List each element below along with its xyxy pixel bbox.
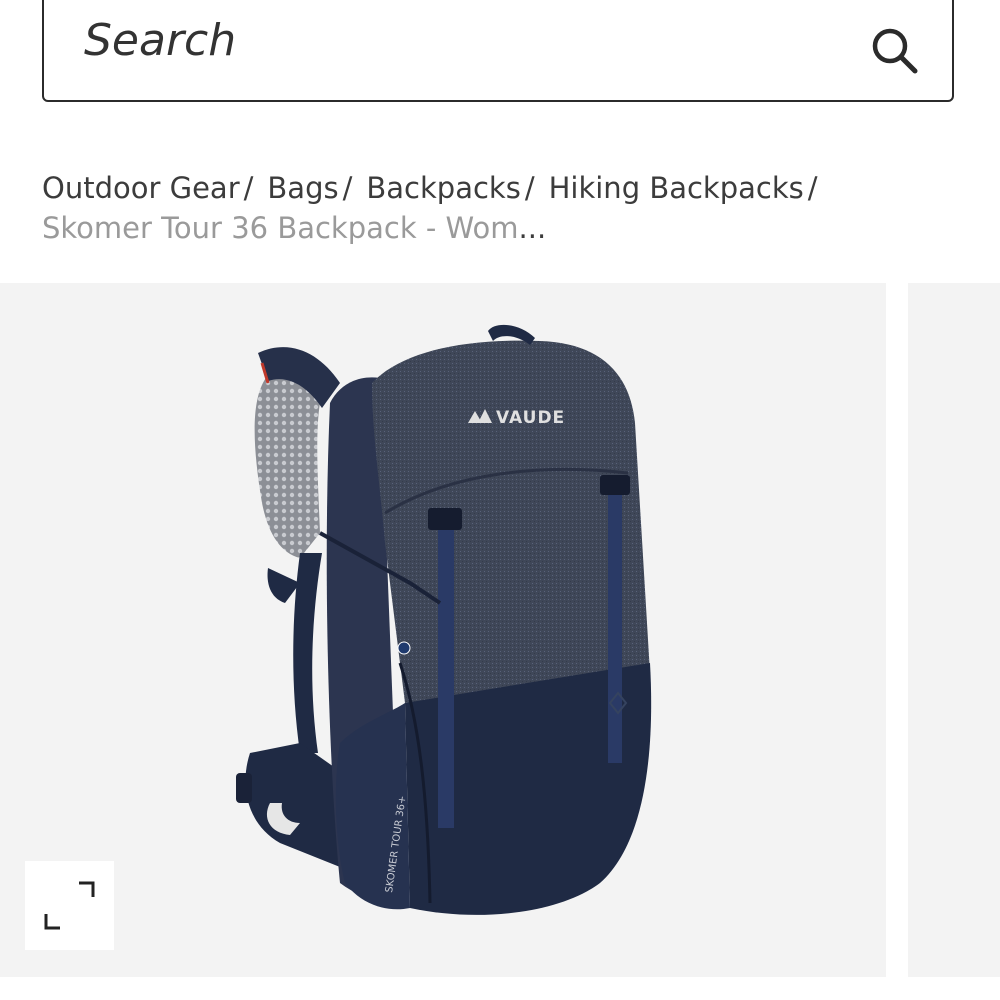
breadcrumb-ellipsis: ...	[518, 211, 547, 245]
breadcrumb-item-backpacks[interactable]: Backpacks	[366, 171, 520, 205]
product-gallery-main[interactable]: VAUDE SKOMER TOUR 36+	[0, 283, 886, 977]
expand-image-button[interactable]	[25, 861, 114, 950]
breadcrumb-current-product: Skomer Tour 36 Backpack - Wom	[42, 211, 519, 245]
search-bar	[42, 0, 954, 102]
search-input[interactable]	[84, 10, 844, 70]
breadcrumb-item-bags[interactable]: Bags	[267, 171, 338, 205]
product-image-backpack: VAUDE SKOMER TOUR 36+	[236, 324, 652, 915]
search-icon[interactable]	[870, 26, 920, 76]
expand-icon	[44, 881, 95, 930]
breadcrumb-item-hiking-backpacks[interactable]: Hiking Backpacks	[549, 171, 804, 205]
breadcrumb-separator: /	[807, 171, 818, 205]
breadcrumb-separator: /	[243, 171, 254, 205]
product-gallery-next[interactable]	[908, 283, 1000, 977]
breadcrumb-item-outdoor-gear[interactable]: Outdoor Gear	[42, 171, 240, 205]
breadcrumb-separator: /	[342, 171, 353, 205]
breadcrumb-separator: /	[524, 171, 535, 205]
brand-logo-text: VAUDE	[496, 408, 565, 428]
breadcrumb: Outdoor Gear / Bags / Backpacks / Hiking Backp…	[42, 168, 942, 248]
